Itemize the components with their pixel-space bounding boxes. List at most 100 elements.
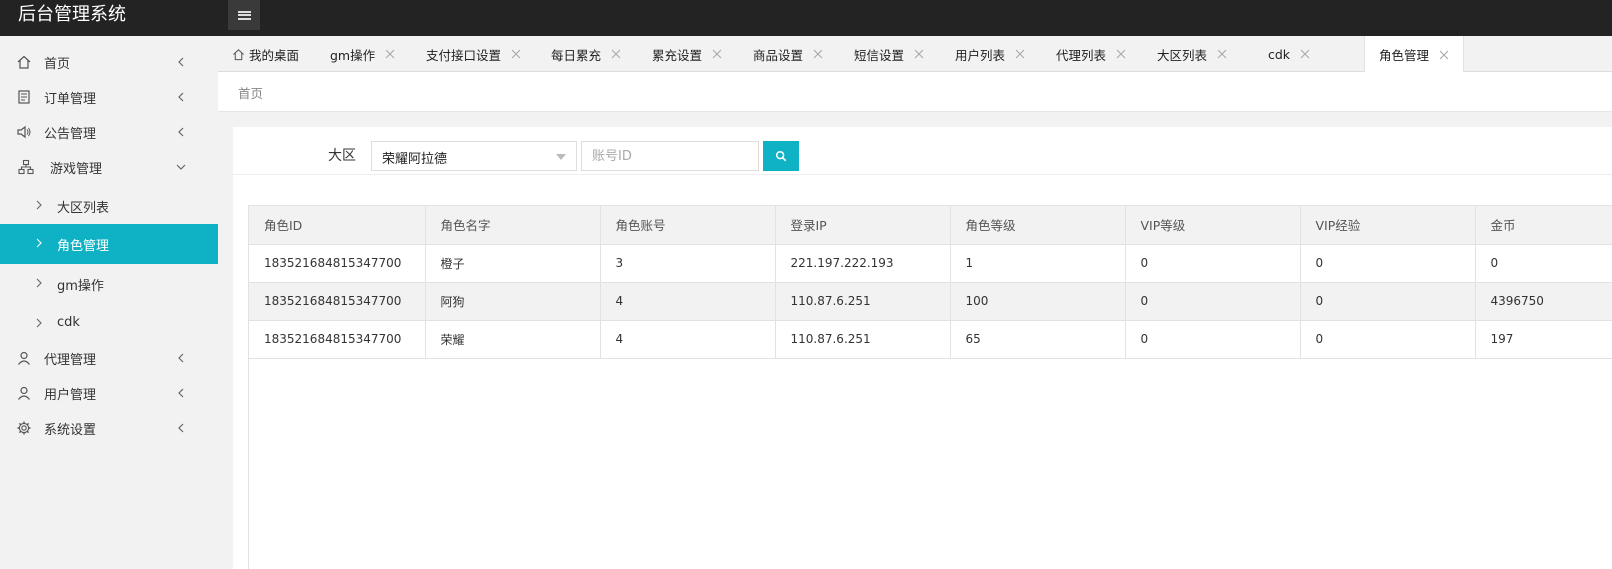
table-cell: 0 xyxy=(1300,244,1476,283)
table-cell: 65 xyxy=(950,320,1126,359)
tab-agent-list[interactable]: 代理列表 xyxy=(1056,36,1126,72)
table-cell: 110.87.6.251 xyxy=(775,282,951,321)
sidebar-item-settings[interactable]: 系统设置 xyxy=(0,410,218,446)
chevron-left-icon xyxy=(178,127,184,137)
sidebar-item-game[interactable]: 游戏管理 xyxy=(0,149,218,185)
tab-product-settings[interactable]: 商品设置 xyxy=(753,36,823,72)
table-cell: 4 xyxy=(600,320,776,359)
close-icon[interactable] xyxy=(511,49,521,59)
close-icon[interactable] xyxy=(385,49,395,59)
table-row[interactable]: 183521684815347700 荣耀 4 110.87.6.251 65 … xyxy=(249,320,1612,359)
table-cell: 100 xyxy=(950,282,1126,321)
user-icon xyxy=(18,386,30,400)
column-header: 金币 xyxy=(1475,206,1612,245)
region-select[interactable]: 荣耀阿拉德 xyxy=(371,141,577,171)
search-button[interactable] xyxy=(763,141,799,171)
tab-daily-recharge[interactable]: 每日累充 xyxy=(551,36,621,72)
sidebar-subitem-role-management[interactable]: 角色管理 xyxy=(0,224,218,264)
account-id-input[interactable] xyxy=(581,141,759,171)
divider xyxy=(233,174,1612,175)
tab-payment[interactable]: 支付接口设置 xyxy=(426,36,521,72)
tab-gm[interactable]: gm操作 xyxy=(330,36,395,72)
chevron-right-icon xyxy=(36,318,42,328)
table-cell: 0 xyxy=(1300,282,1476,321)
tab-label: cdk xyxy=(1268,46,1291,62)
table-row[interactable]: 183521684815347700 橙子 3 221.197.222.193 … xyxy=(249,244,1612,283)
table-row[interactable]: 183521684815347700 阿狗 4 110.87.6.251 100… xyxy=(249,282,1612,321)
column-header: 角色ID xyxy=(249,206,426,245)
tab-cdk[interactable]: cdk xyxy=(1268,36,1310,72)
home-icon xyxy=(233,48,244,60)
table-cell: 183521684815347700 xyxy=(249,320,426,359)
sidebar-item-home[interactable]: 首页 xyxy=(0,44,218,80)
close-icon[interactable] xyxy=(1015,49,1025,59)
tab-role-management[interactable]: 角色管理 xyxy=(1364,36,1465,73)
role-table-wrapper: 角色ID 角色名字 角色账号 登录IP 角色等级 VIP等级 VIP经验 金币 … xyxy=(248,205,1612,569)
tab-user-list[interactable]: 用户列表 xyxy=(955,36,1025,72)
column-header: VIP经验 xyxy=(1300,206,1476,245)
table-cell: 荣耀 xyxy=(425,320,601,359)
table-cell: 4 xyxy=(600,282,776,321)
close-icon[interactable] xyxy=(611,49,621,59)
tab-region-list[interactable]: 大区列表 xyxy=(1157,36,1227,72)
sidebar-subitem-cdk[interactable]: cdk xyxy=(0,304,218,344)
close-icon[interactable] xyxy=(1217,49,1227,59)
tab-bar: 我的桌面 gm操作 支付接口设置 每日累充 累充设置 商品设置 短信设置 用户列… xyxy=(218,36,1612,73)
tab-recharge-settings[interactable]: 累充设置 xyxy=(652,36,722,72)
table-cell: 0 xyxy=(1300,320,1476,359)
table-cell: 0 xyxy=(1125,282,1301,321)
close-icon[interactable] xyxy=(712,49,722,59)
region-select-value: 荣耀阿拉德 xyxy=(382,152,448,167)
chevron-left-icon xyxy=(178,92,184,102)
sidebar-subitem-region-list[interactable]: 大区列表 xyxy=(0,186,218,226)
close-icon[interactable] xyxy=(1116,49,1126,59)
sidebar-item-announcements[interactable]: 公告管理 xyxy=(0,114,218,150)
user-icon xyxy=(18,351,30,365)
chevron-left-icon xyxy=(178,388,184,398)
app-title: 后台管理系统 xyxy=(18,4,126,25)
table-cell: 183521684815347700 xyxy=(249,244,426,283)
sidebar-item-label: 代理管理 xyxy=(44,352,97,368)
tab-label: 支付接口设置 xyxy=(426,47,502,63)
sidebar-item-orders[interactable]: 订单管理 xyxy=(0,79,218,115)
close-icon[interactable] xyxy=(914,49,924,59)
breadcrumb[interactable]: 首页 xyxy=(238,83,263,102)
menu-toggle-button[interactable] xyxy=(228,0,260,30)
sidebar-item-users[interactable]: 用户管理 xyxy=(0,375,218,411)
table-cell: 0 xyxy=(1125,244,1301,283)
tab-label: 累充设置 xyxy=(652,47,703,63)
chevron-right-icon xyxy=(36,238,42,248)
chevron-down-icon xyxy=(176,164,186,170)
table-cell: 221.197.222.193 xyxy=(775,244,951,283)
column-header: 角色账号 xyxy=(600,206,776,245)
sidebar-subitem-label: cdk xyxy=(57,315,80,330)
close-icon[interactable] xyxy=(1439,50,1449,60)
speaker-icon xyxy=(17,125,31,139)
main-panel: 大区 荣耀阿拉德 角色ID 角色名字 角色账号 登录IP 角色等级 VIP等级 … xyxy=(233,127,1612,569)
table-cell: 0 xyxy=(1475,244,1612,283)
tab-label: gm操作 xyxy=(330,47,376,63)
column-header: 角色等级 xyxy=(950,206,1126,245)
close-icon[interactable] xyxy=(813,49,823,59)
chevron-right-icon xyxy=(36,278,42,288)
close-icon[interactable] xyxy=(1300,49,1310,59)
tab-label: 我的桌面 xyxy=(249,47,300,63)
sidebar-item-label: 首页 xyxy=(44,56,71,72)
tab-label: 商品设置 xyxy=(753,47,804,63)
tab-home[interactable]: 我的桌面 xyxy=(232,36,299,72)
sidebar-item-label: 系统设置 xyxy=(44,422,97,438)
tab-sms-settings[interactable]: 短信设置 xyxy=(854,36,924,72)
home-icon xyxy=(17,55,31,69)
tab-label: 角色管理 xyxy=(1379,48,1430,63)
role-table: 角色ID 角色名字 角色账号 登录IP 角色等级 VIP等级 VIP经验 金币 … xyxy=(249,206,1612,359)
column-header: VIP等级 xyxy=(1125,206,1301,245)
table-cell: 阿狗 xyxy=(425,282,601,321)
table-cell: 0 xyxy=(1125,320,1301,359)
breadcrumb-bar: 首页 xyxy=(218,72,1612,112)
sidebar-item-label: 订单管理 xyxy=(44,91,97,107)
sidebar-item-agents[interactable]: 代理管理 xyxy=(0,340,218,376)
table-cell: 183521684815347700 xyxy=(249,282,426,321)
search-icon xyxy=(775,150,787,162)
sidebar-subitem-gm[interactable]: gm操作 xyxy=(0,264,218,304)
tab-label: 用户列表 xyxy=(955,47,1006,63)
